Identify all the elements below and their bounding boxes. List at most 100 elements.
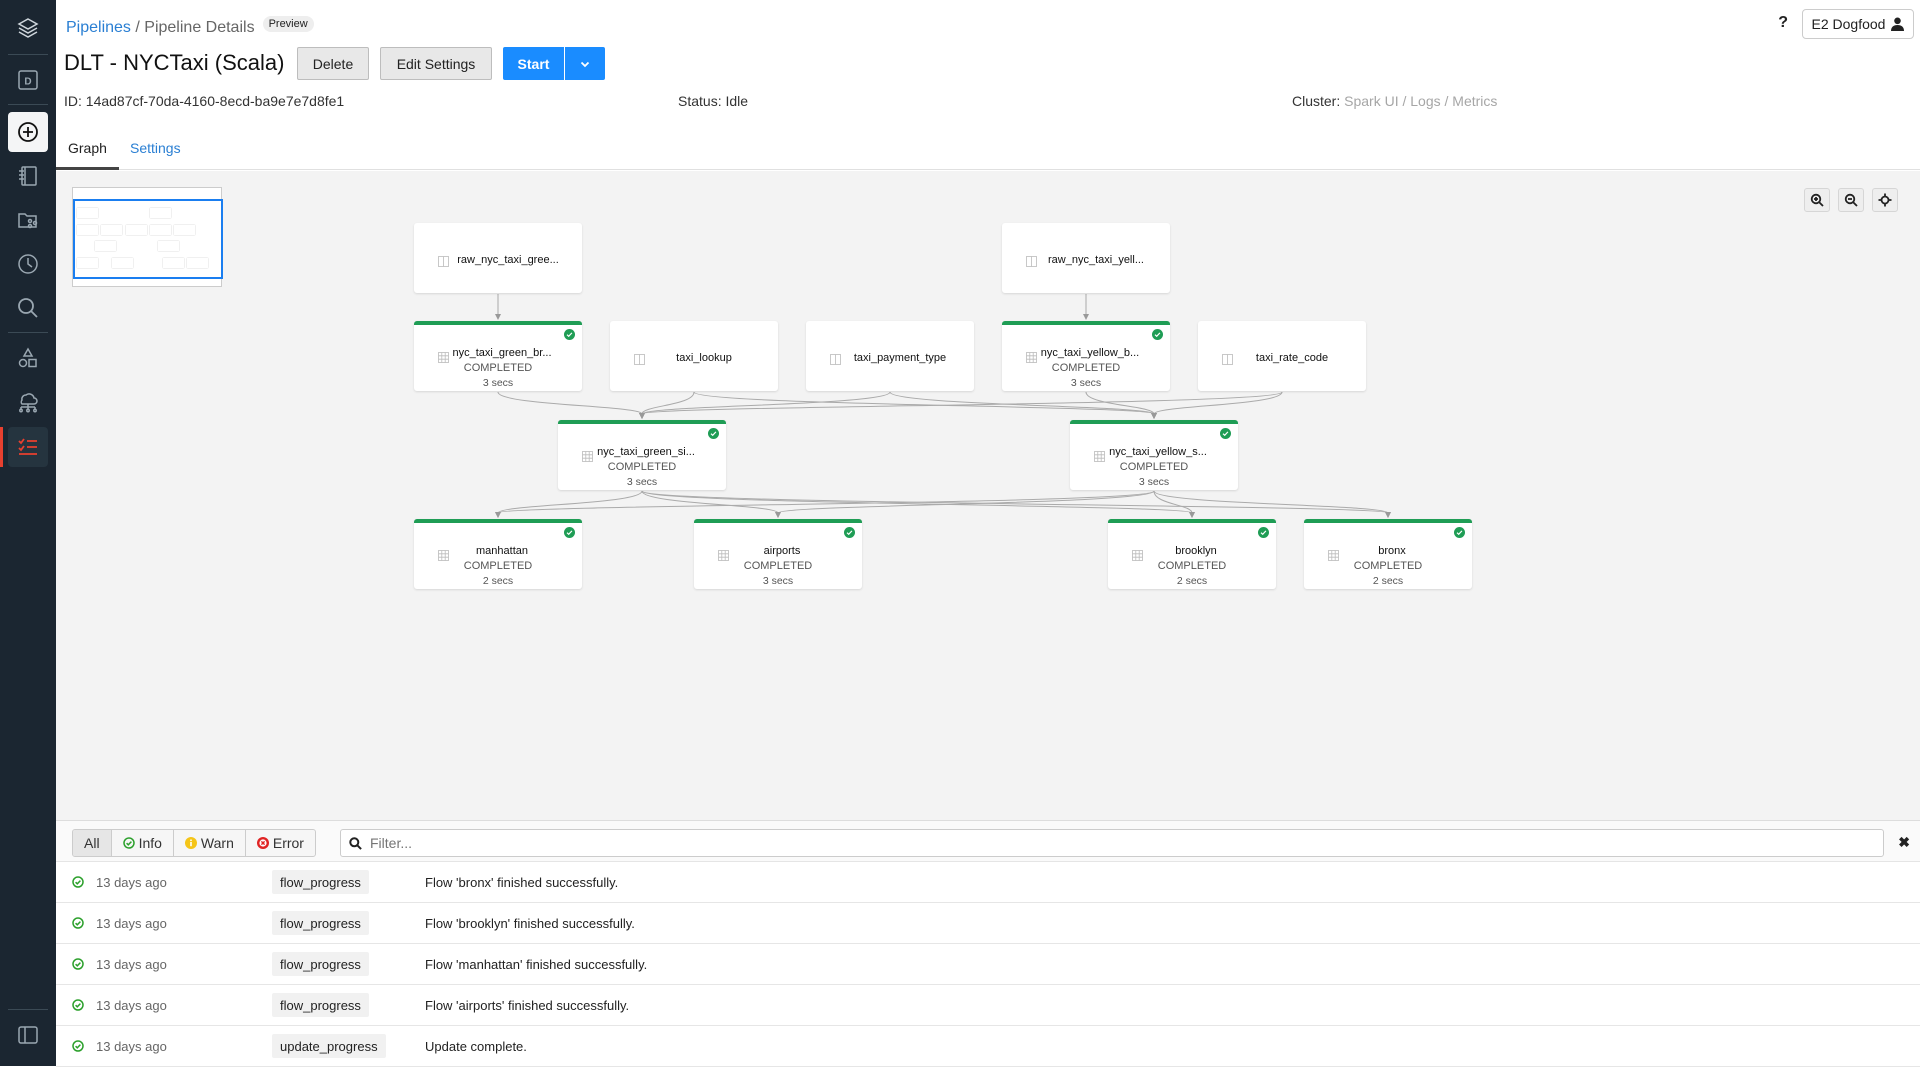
create-icon[interactable]: [8, 112, 48, 152]
jobs-icon[interactable]: [8, 427, 48, 467]
data-icon[interactable]: [8, 338, 48, 378]
filter-info-button[interactable]: Info: [112, 830, 174, 856]
edit-settings-button[interactable]: Edit Settings: [380, 47, 492, 80]
log-event-type: flow_progress: [272, 870, 369, 894]
log-time: 13 days ago: [96, 916, 167, 931]
graph-edge-arrow: [639, 413, 645, 419]
log-time: 13 days ago: [96, 998, 167, 1013]
clusters-icon[interactable]: [8, 382, 48, 422]
graph-node-yellow-bronze[interactable]: nyc_taxi_yellow_b... COMPLETED 3 secs: [1002, 321, 1170, 391]
pipeline-id: ID: 14ad87cf-70da-4160-8ecd-ba9e7e7d8fe1: [64, 93, 344, 109]
breadcrumb-pipelines-link[interactable]: Pipelines: [66, 19, 131, 36]
graph-node-green-silver[interactable]: nyc_taxi_green_si... COMPLETED 3 secs: [558, 420, 726, 490]
tab-graph[interactable]: Graph: [56, 140, 119, 170]
check-circle-icon: [72, 917, 84, 929]
log-row[interactable]: 13 days ago flow_progress Flow 'bronx' fin…: [56, 862, 1920, 903]
node-name: raw_nyc_taxi_gree...: [457, 254, 559, 266]
graph-node-raw-yellow[interactable]: raw_nyc_taxi_yell...: [1002, 223, 1170, 293]
fit-to-view-button[interactable]: [1872, 188, 1898, 212]
user-menu-button[interactable]: E2 Dogfood: [1802, 9, 1914, 39]
graph-node-green-bronze[interactable]: nyc_taxi_green_br... COMPLETED 3 secs: [414, 321, 582, 391]
view-icon: [1222, 354, 1233, 365]
completed-check-icon: [1454, 527, 1465, 538]
log-level-filter: All Info Warn Error: [72, 829, 316, 857]
graph-node-manhattan[interactable]: manhattan COMPLETED 2 secs: [414, 519, 582, 589]
minimap-node: [101, 224, 123, 235]
filter-warn-label: Warn: [200, 835, 234, 851]
graph-edge-arrow: [495, 314, 501, 320]
graph-edge-arrow: [495, 512, 501, 518]
completed-check-icon: [564, 527, 575, 538]
log-message: Flow 'brooklyn' finished successfully.: [425, 916, 635, 931]
pipeline-status: Status: Idle: [678, 93, 748, 109]
graph-node-brooklyn[interactable]: brooklyn COMPLETED 2 secs: [1108, 519, 1276, 589]
close-log-icon[interactable]: ✖: [1898, 834, 1910, 851]
search-icon[interactable]: [8, 288, 48, 328]
node-status: COMPLETED: [1353, 560, 1423, 572]
filter-error-button[interactable]: Error: [246, 830, 315, 856]
node-name: nyc_taxi_yellow_b...: [1040, 347, 1140, 359]
completed-check-icon: [844, 527, 855, 538]
delete-button[interactable]: Delete: [297, 47, 369, 80]
start-button[interactable]: Start: [503, 47, 564, 80]
minimap-node: [125, 224, 147, 235]
databricks-logo-icon[interactable]: [8, 8, 48, 48]
zoom-in-button[interactable]: [1804, 188, 1830, 212]
check-circle-icon: [122, 837, 135, 849]
help-icon[interactable]: ?: [1778, 14, 1788, 32]
completed-check-icon: [708, 428, 719, 439]
node-status: COMPLETED: [463, 362, 533, 374]
tab-settings[interactable]: Settings: [118, 140, 193, 170]
minimap-node: [77, 208, 98, 218]
graph-node-taxi-payment-type[interactable]: taxi_payment_type: [806, 321, 974, 391]
notebook-icon[interactable]: [8, 156, 48, 196]
collapse-sidebar-icon[interactable]: [8, 1015, 48, 1055]
log-filter-input[interactable]: [370, 835, 1870, 851]
filter-all-button[interactable]: All: [73, 830, 112, 856]
minimap-node: [174, 224, 196, 235]
log-row[interactable]: 13 days ago flow_progress Flow 'manhattan'…: [56, 944, 1920, 985]
check-circle-icon: [72, 999, 84, 1011]
cluster-links[interactable]: Spark UI / Logs / Metrics: [1344, 93, 1497, 109]
log-message: Flow 'airports' finished successfully.: [425, 998, 630, 1013]
graph-node-raw-green[interactable]: raw_nyc_taxi_gree...: [414, 223, 582, 293]
pipeline-graph-canvas[interactable]: raw_nyc_taxi_gree... raw_nyc_taxi_yell...…: [56, 171, 1920, 820]
graph-node-bronx[interactable]: bronx COMPLETED 2 secs: [1304, 519, 1472, 589]
check-circle-icon: [72, 1040, 84, 1052]
completed-check-icon: [1152, 329, 1163, 340]
graph-node-yellow-silver[interactable]: nyc_taxi_yellow_s... COMPLETED 3 secs: [1070, 420, 1238, 490]
graph-node-airports[interactable]: airports COMPLETED 3 secs: [694, 519, 862, 589]
log-event-type: flow_progress: [272, 993, 369, 1017]
log-event-type: flow_progress: [272, 952, 369, 976]
log-row[interactable]: 13 days ago flow_progress Flow 'airports' …: [56, 985, 1920, 1026]
node-duration: 2 secs: [1176, 575, 1208, 587]
node-name: brooklyn: [1175, 545, 1217, 557]
log-time: 13 days ago: [96, 957, 167, 972]
zoom-out-button[interactable]: [1838, 188, 1864, 212]
start-options-dropdown[interactable]: [565, 47, 605, 80]
graph-edge-arrow: [1385, 512, 1391, 518]
workspace-d-icon[interactable]: D: [8, 60, 48, 100]
graph-minimap[interactable]: [72, 187, 223, 287]
filter-warn-button[interactable]: Warn: [174, 830, 246, 856]
node-name: raw_nyc_taxi_yell...: [1048, 254, 1144, 266]
graph-node-taxi-lookup[interactable]: taxi_lookup: [610, 321, 778, 391]
recents-icon[interactable]: [8, 244, 48, 284]
graph-edge-arrow: [775, 512, 781, 518]
log-row[interactable]: 13 days ago flow_progress Flow 'brooklyn' …: [56, 903, 1920, 944]
svg-text:D: D: [24, 77, 31, 88]
view-icon: [830, 354, 841, 365]
repos-icon[interactable]: [8, 200, 48, 240]
node-name: nyc_taxi_yellow_s...: [1109, 446, 1207, 458]
log-row[interactable]: 13 days ago update_progress Update complet…: [56, 1026, 1920, 1067]
node-name: taxi_payment_type: [853, 352, 947, 364]
graph-edge-arrow: [1083, 314, 1089, 320]
node-duration: 3 secs: [762, 575, 794, 587]
log-filter-field[interactable]: [340, 829, 1884, 857]
node-duration: 3 secs: [626, 476, 658, 488]
graph-node-taxi-rate-code[interactable]: taxi_rate_code: [1198, 321, 1366, 391]
filter-info-label: Info: [138, 835, 162, 851]
minimap-node: [77, 224, 98, 235]
node-name: airports: [763, 545, 801, 557]
log-message: Update complete.: [425, 1039, 527, 1054]
